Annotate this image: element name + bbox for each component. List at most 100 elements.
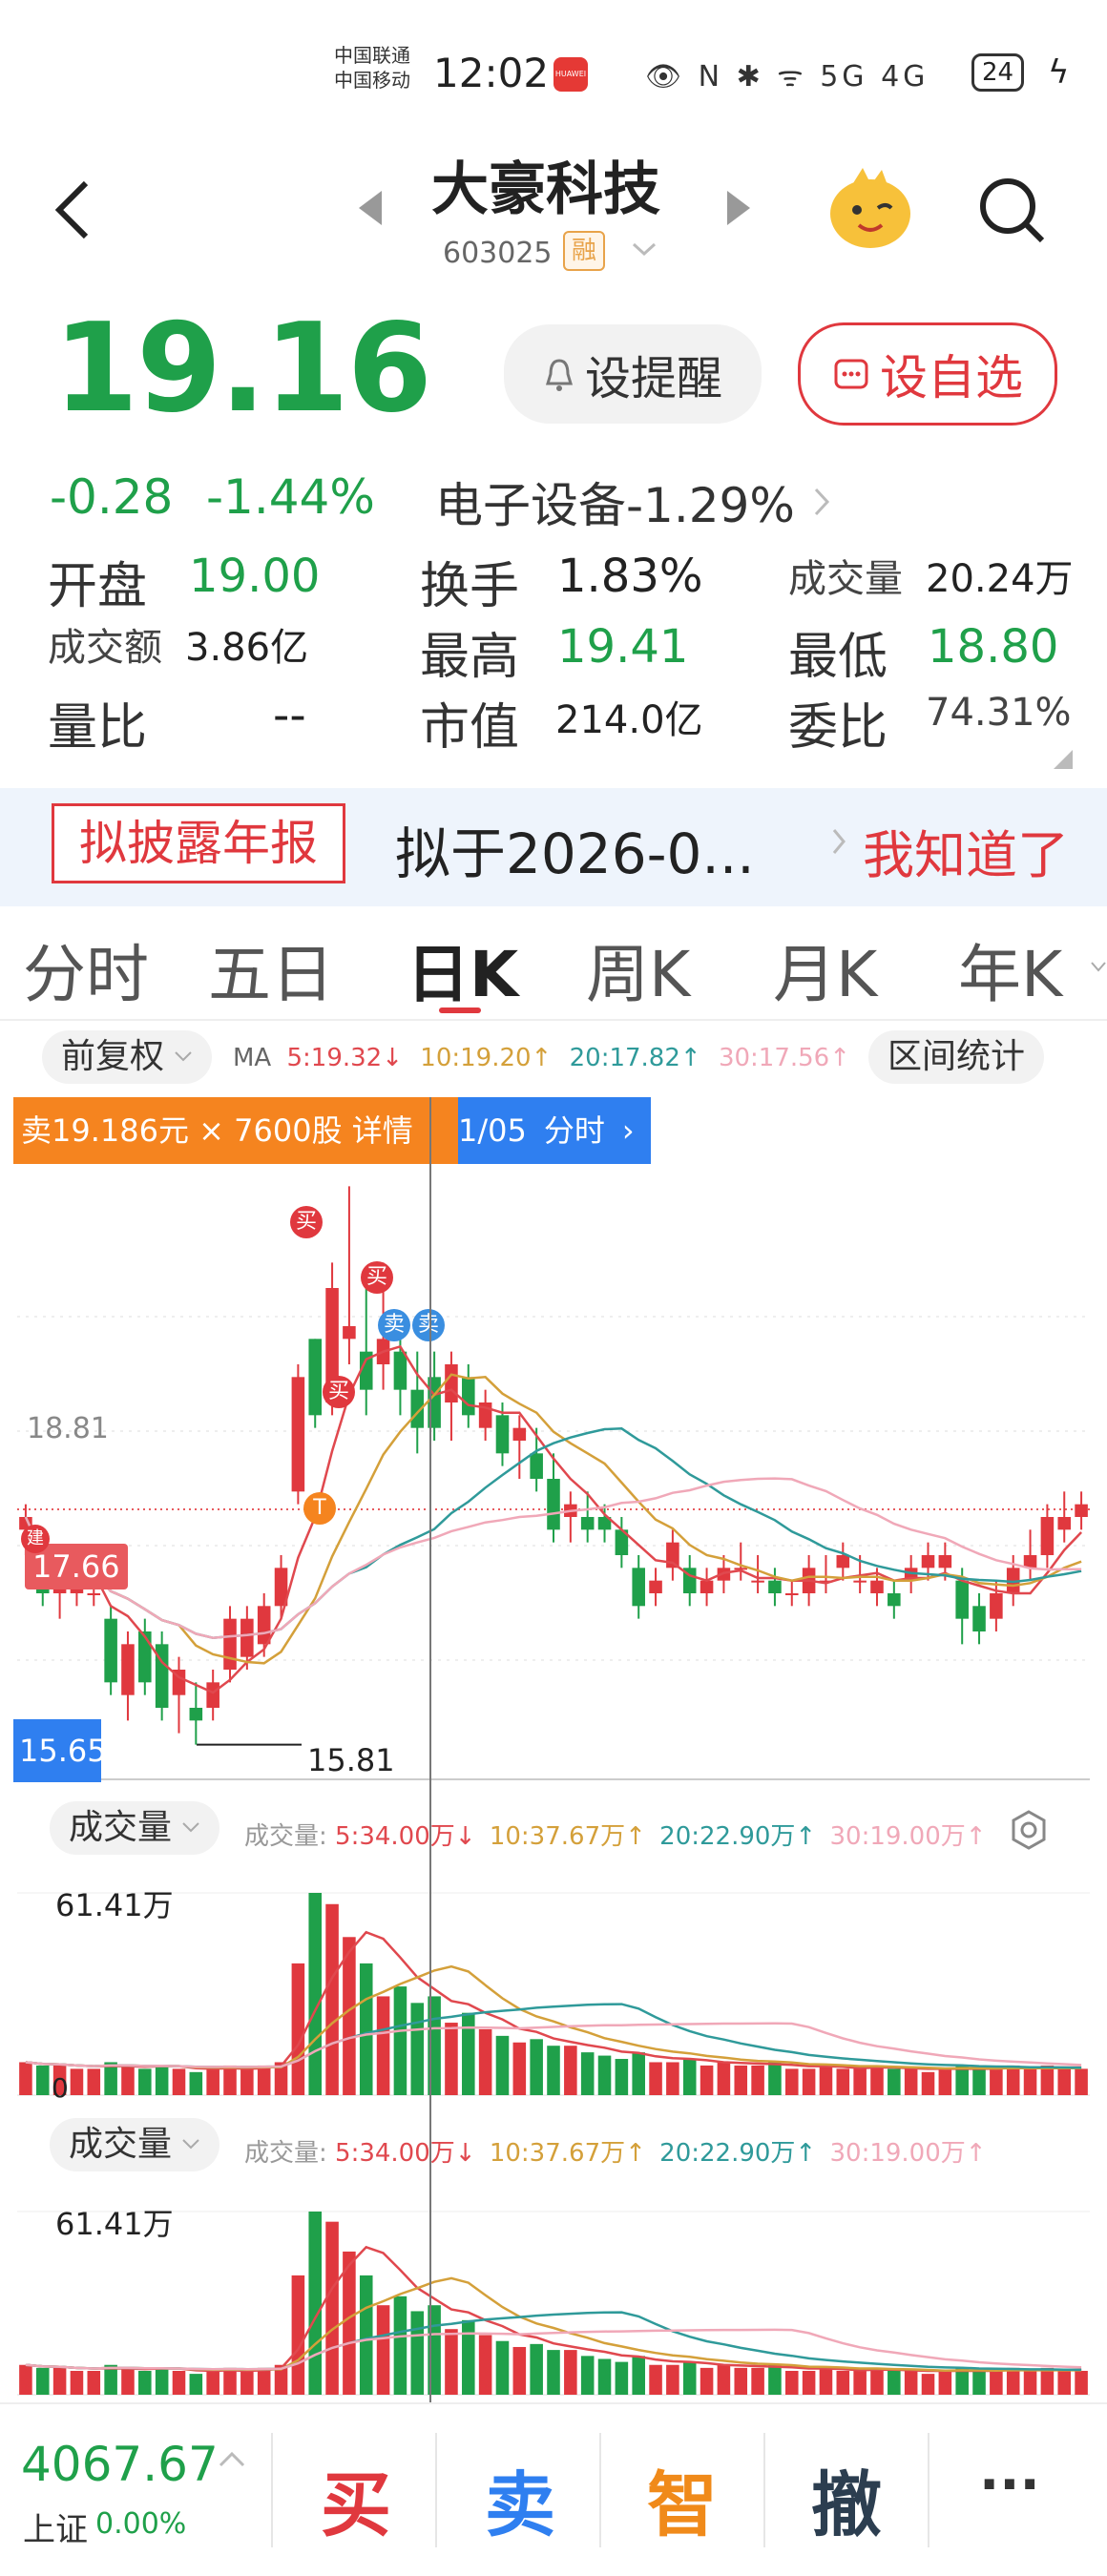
volume-bar <box>564 2046 577 2095</box>
low-label: 最低 <box>788 629 888 686</box>
expand-corner-icon[interactable] <box>1054 750 1073 773</box>
search-button[interactable] <box>973 172 1050 252</box>
volume-bar <box>530 2039 543 2095</box>
volume-bar <box>138 2068 152 2095</box>
market-cap-label: 市值 <box>420 699 520 757</box>
tab-monthly-k[interactable]: 月K <box>773 924 877 1015</box>
volume-indicator-dropdown-2[interactable]: 成交量 <box>50 2118 220 2171</box>
volume-bar <box>734 2065 748 2095</box>
candle-body <box>308 1339 323 1416</box>
index-change: 0.00% <box>95 2507 187 2541</box>
candle-body <box>888 1593 901 1607</box>
price-change: -0.28 <box>50 469 174 525</box>
chevron-up-icon[interactable] <box>218 2450 246 2473</box>
tab-intraday[interactable]: 分时 <box>23 924 149 1015</box>
volume-bar <box>376 2305 390 2395</box>
add-favorite-button[interactable]: 设自选 <box>798 322 1057 426</box>
price-change-pct: -1.44% <box>206 469 375 525</box>
volume-max-label: 61.41万 <box>55 1887 174 1923</box>
volume-bar <box>206 2068 219 2095</box>
date-tooltip[interactable]: 1/05 分时 › <box>458 1097 651 1164</box>
stock-code: 603025 <box>443 237 553 270</box>
volume-bar <box>632 2356 645 2395</box>
carrier-label-2: 中国移动 <box>334 69 410 92</box>
cancel-order-button[interactable]: 撤 <box>811 2448 882 2550</box>
buy-button[interactable]: 买 <box>321 2448 391 2550</box>
buy-mark[interactable]: 买 <box>323 1376 355 1408</box>
volume-bar <box>547 2350 560 2395</box>
more-button[interactable]: ··· <box>979 2454 1040 2516</box>
tab-yearly-k[interactable]: 年K <box>958 924 1062 1015</box>
chevron-right-icon <box>814 488 829 516</box>
low-value: 18.80 <box>928 620 1059 674</box>
buy-mark[interactable]: 买 <box>361 1261 393 1294</box>
volume-indicator-dropdown[interactable]: 成交量 <box>50 1801 220 1855</box>
triangle-right-icon <box>727 191 750 225</box>
adjust-dropdown[interactable]: 前复权 <box>42 1030 213 1084</box>
volume-bar <box>35 2367 50 2395</box>
tab-five-day[interactable]: 五日 <box>208 924 334 1015</box>
stock-dropdown-button[interactable] <box>630 240 658 263</box>
volume-bar <box>972 2068 986 2095</box>
candle-body <box>206 1682 219 1708</box>
volume-bar <box>87 2068 101 2095</box>
volume-bar <box>359 2275 373 2395</box>
tooltip-intraday-link: 分时 <box>543 1112 605 1149</box>
back-button[interactable] <box>46 172 103 248</box>
volume-bar <box>802 2370 816 2395</box>
candle-body <box>700 1580 714 1593</box>
volume-bar <box>410 2311 425 2395</box>
volume-ratio-value: -- <box>273 689 306 742</box>
volume-bar <box>1023 2370 1037 2395</box>
volume-bar <box>580 2356 595 2395</box>
position-mark[interactable]: 建 <box>21 1525 50 1553</box>
notice-text[interactable]: 拟于2026-0... <box>395 809 755 889</box>
index-name: 上证 <box>23 2511 88 2549</box>
mascot-button[interactable] <box>825 162 916 258</box>
volume-bar <box>938 2068 952 2095</box>
volume-bar <box>1057 2068 1072 2095</box>
volume-bar <box>291 2275 305 2395</box>
sector-label: 电子设备-1.29% <box>435 478 795 533</box>
ma-label: MA <box>233 1044 272 1072</box>
market-cap-value: 214.0亿 <box>555 698 703 742</box>
app-notification-icon: HUAWEI <box>554 57 588 92</box>
prev-stock-button[interactable] <box>355 187 387 233</box>
settings-button[interactable] <box>1008 1809 1050 1855</box>
candle-body <box>768 1580 782 1593</box>
volume-bar <box>990 2068 1003 2095</box>
candle-body <box>257 1606 271 1645</box>
trade-tooltip[interactable]: 卖19.186元 × 7600股 详情 <box>13 1097 458 1164</box>
sell-mark[interactable]: 卖 <box>412 1309 445 1341</box>
candle-body <box>189 1708 203 1721</box>
kline-chart[interactable] <box>0 1088 1107 1794</box>
t-trade-mark[interactable]: T <box>303 1492 336 1525</box>
index-value[interactable]: 4067.67 <box>21 2437 219 2492</box>
tab-weekly-k[interactable]: 周K <box>586 924 690 1015</box>
chevron-right-icon: › <box>621 1112 635 1149</box>
add-favorite-label: 设自选 <box>880 350 1023 405</box>
gear-icon <box>1012 1810 1046 1850</box>
set-alert-button[interactable]: 设提醒 <box>504 324 762 424</box>
range-stat-button[interactable]: 区间统计 <box>868 1030 1045 1084</box>
volume-bar <box>1006 2367 1020 2395</box>
volume2-ma30: 30:19.00万↑ <box>829 2139 987 2168</box>
chevron-left-icon <box>54 180 89 239</box>
notice-dismiss-button[interactable]: 我知道了 <box>863 813 1069 888</box>
volume-bar <box>530 2343 543 2395</box>
volume-bar <box>700 2367 714 2395</box>
volume-bar <box>70 2370 84 2395</box>
smart-trade-button[interactable]: 智 <box>647 2448 718 2550</box>
tabs-more-icon[interactable] <box>1090 960 1107 978</box>
volume-bar <box>632 2052 645 2095</box>
volume2-ma5: 5:34.00万↓ <box>335 2139 476 2168</box>
sell-mark[interactable]: 卖 <box>378 1309 410 1341</box>
volume-bar <box>19 2364 32 2395</box>
volume-bar <box>819 2065 833 2095</box>
buy-mark[interactable]: 买 <box>290 1206 323 1238</box>
next-stock-button[interactable] <box>721 187 754 233</box>
sector-link[interactable]: 电子设备-1.29% <box>435 467 831 536</box>
sell-button[interactable]: 卖 <box>485 2448 555 2550</box>
candle-body <box>1057 1517 1072 1530</box>
tab-daily-k[interactable]: 日K <box>407 924 518 1015</box>
